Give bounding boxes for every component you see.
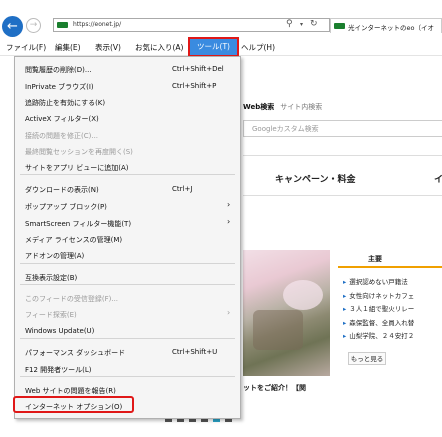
menu-tools[interactable]: ツール(T)	[188, 37, 239, 57]
menu-item-f12-devtools[interactable]: F12 開発者ツール(L)	[15, 361, 240, 377]
menu-item-compat-view[interactable]: 互換表示設定(B)	[15, 269, 240, 285]
address-toolbar: ← → https://eonet.jp/ ⚲ ▾ ↻ 光インターネットのeo（…	[0, 0, 442, 37]
menu-item-label: Windows Update(U)	[25, 327, 95, 335]
menu-item-label: 互換表示設定(B)	[25, 274, 78, 282]
news-item[interactable]: 森保監督、全員入れ替	[343, 317, 414, 331]
search-tabs: Web検索 サイト内検索	[243, 102, 322, 112]
menu-item-label: メディア ライセンスの管理(M)	[25, 236, 123, 244]
news-item[interactable]: ３人１組で聖火リレー	[343, 303, 414, 317]
menu-item-label: SmartScreen フィルター機能(T)	[25, 220, 132, 228]
menu-item-shortcut: Ctrl+Shift+Del	[172, 65, 224, 73]
menu-item-label: 接続の問題を修正(C)...	[25, 132, 99, 140]
news-list: 選択認めない戸籍法 女性向けネットカフェ ３人１組で聖火リレー 森保監督、全員入…	[343, 276, 414, 344]
nav-next[interactable]: イ	[434, 172, 442, 185]
menu-item-feed-discovery: フィード探索(E) ›	[15, 306, 240, 322]
menu-item-shortcut: Ctrl+Shift+P	[172, 82, 217, 90]
divider	[243, 155, 442, 156]
news-tab-main[interactable]: 主要	[368, 254, 382, 264]
chevron-right-icon: ›	[227, 308, 231, 317]
menu-separator	[20, 376, 235, 377]
cherry-blossom-photo[interactable]	[243, 250, 330, 376]
menu-item-manage-addons[interactable]: アドオンの管理(A)	[15, 247, 240, 263]
photo-caption[interactable]: ットをご紹介！【関	[243, 383, 306, 393]
menu-item-label: アドオンの管理(A)	[25, 252, 85, 260]
news-item[interactable]: 選択認めない戸籍法	[343, 276, 414, 290]
menu-item-tracking-protection[interactable]: 追跡防止を有効にする(K)	[15, 94, 240, 110]
menu-item-label: ポップアップ ブロック(P)	[25, 203, 107, 211]
menu-item-shortcut: Ctrl+J	[172, 185, 193, 193]
menu-item-label: フィード探索(E)	[25, 311, 77, 319]
news-item[interactable]: 女性向けネットカフェ	[343, 290, 414, 304]
menu-view[interactable]: 表示(V)	[95, 42, 121, 53]
menu-item-windows-update[interactable]: Windows Update(U)	[15, 323, 240, 339]
menu-item-shortcut: Ctrl+Shift+U	[172, 348, 218, 356]
highlight-internet-options	[13, 396, 134, 413]
menu-item-label: Web サイトの問題を報告(R)	[25, 387, 116, 395]
menu-item-delete-history[interactable]: 閲覧履歴の削除(D)... Ctrl+Shift+Del	[15, 61, 240, 77]
photo-shade	[253, 310, 303, 350]
menu-help[interactable]: ヘルプ(H)	[241, 42, 275, 53]
chevron-right-icon: ›	[227, 217, 231, 226]
menu-item-label: このフィードの受信登録(F)...	[25, 295, 119, 303]
news-panel: 主要 選択認めない戸籍法 女性向けネットカフェ ３人１組で聖火リレー 森保監督、…	[338, 250, 442, 390]
menu-edit[interactable]: 編集(E)	[55, 42, 81, 53]
address-bar[interactable]: https://eonet.jp/ ⚲ ▾ ↻	[53, 18, 330, 32]
menu-item-label: ActiveX フィルター(X)	[25, 115, 99, 123]
menu-item-add-to-app-view[interactable]: サイトをアプリ ビューに追加(A)	[15, 159, 240, 175]
tab-title: 光インターネットのeo（イオ	[348, 24, 434, 32]
menu-item-label: ダウンロードの表示(N)	[25, 186, 99, 194]
tools-dropdown-menu: 閲覧履歴の削除(D)... Ctrl+Shift+Del InPrivate ブラウ…	[14, 56, 241, 419]
tab-site-search[interactable]: サイト内検索	[280, 103, 322, 111]
divider	[243, 195, 442, 196]
menu-item-label: InPrivate ブラウズ(I)	[25, 83, 94, 91]
menu-item-activex-filter[interactable]: ActiveX フィルター(X)	[15, 110, 240, 126]
menu-item-subscribe-feed: このフィードの受信登録(F)...	[15, 290, 240, 306]
menu-item-smartscreen-filter[interactable]: SmartScreen フィルター機能(T) ›	[15, 215, 240, 231]
search-input[interactable]: Googleカスタム検索	[243, 120, 442, 137]
search-icon[interactable]: ⚲	[286, 19, 293, 29]
menu-item-label: 閲覧履歴の削除(D)...	[25, 66, 92, 74]
menu-item-popup-blocker[interactable]: ポップアップ ブロック(P) ›	[15, 198, 240, 214]
menu-item-label: サイトをアプリ ビューに追加(A)	[25, 164, 129, 172]
menu-item-fix-connection: 接続の問題を修正(C)...	[15, 127, 240, 143]
refresh-icon[interactable]: ↻	[310, 19, 318, 29]
menu-item-label: 追跡防止を有効にする(K)	[25, 99, 106, 107]
news-item[interactable]: 山梨学院、２４安打２	[343, 330, 414, 344]
menu-favorites[interactable]: お気に入り(A)	[135, 42, 183, 53]
menu-separator	[20, 284, 235, 285]
back-button[interactable]: ←	[2, 16, 23, 37]
forward-button[interactable]: →	[26, 18, 41, 33]
menu-separator	[20, 338, 235, 339]
photo-blossom	[283, 280, 323, 310]
menu-item-media-licenses[interactable]: メディア ライセンスの管理(M)	[15, 231, 240, 247]
menu-item-label: 最終閲覧セッションを再度開く(S)	[25, 148, 133, 156]
menu-item-inprivate[interactable]: InPrivate ブラウズ(I) Ctrl+Shift+P	[15, 78, 240, 94]
browser-tab[interactable]: 光インターネットのeo（イオ	[330, 18, 442, 33]
menu-separator	[20, 174, 235, 175]
menu-item-label: F12 開発者ツール(L)	[25, 366, 92, 374]
menu-item-label: パフォーマンス ダッシュボード	[25, 349, 126, 357]
tab-web-search[interactable]: Web検索	[243, 103, 274, 111]
site-favicon-icon	[57, 22, 68, 28]
news-tabbar: 主要	[338, 250, 442, 268]
menu-file[interactable]: ファイル(F)	[6, 42, 46, 53]
nav-campaign[interactable]: キャンペーン・料金	[275, 172, 356, 185]
menu-item-reopen-session: 最終閲覧セッションを再度開く(S)	[15, 143, 240, 159]
menu-separator	[20, 263, 235, 264]
menu-item-performance-dashboard[interactable]: パフォーマンス ダッシュボード Ctrl+Shift+U	[15, 344, 240, 360]
tab-favicon-icon	[334, 23, 345, 29]
chevron-right-icon: ›	[227, 200, 231, 209]
address-url[interactable]: https://eonet.jp/	[73, 21, 121, 28]
chevron-down-icon[interactable]: ▾	[300, 21, 303, 28]
menu-item-view-downloads[interactable]: ダウンロードの表示(N) Ctrl+J	[15, 181, 240, 197]
more-button[interactable]: もっと見る	[348, 352, 386, 365]
